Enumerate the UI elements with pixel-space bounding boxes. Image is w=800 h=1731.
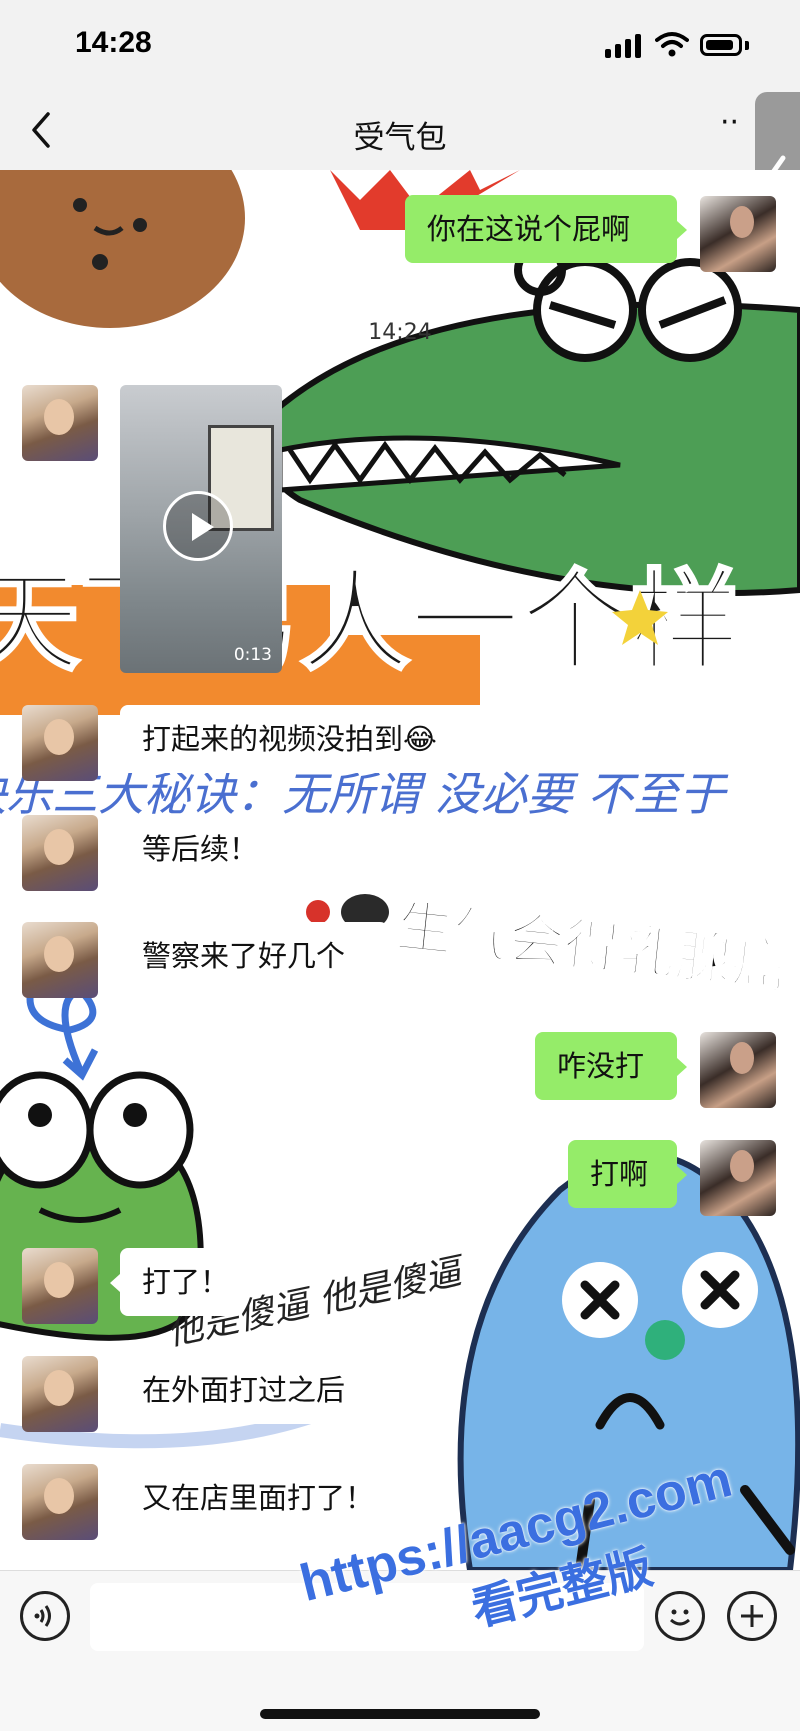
play-icon[interactable]: [163, 491, 233, 561]
battery-cap: [745, 41, 749, 50]
battery-icon: [700, 34, 742, 56]
sticker-text: 生气会得乳腺癌: [394, 894, 791, 1000]
clock: 14:28: [75, 26, 152, 59]
my-avatar[interactable]: [700, 1140, 776, 1216]
cellular-signal-icon: [605, 32, 643, 58]
message-timestamp: 14:24: [368, 320, 432, 345]
video-message[interactable]: 0:13: [120, 385, 282, 673]
friend-avatar[interactable]: [22, 1248, 98, 1324]
message-bubble[interactable]: 咋没打: [535, 1032, 687, 1100]
wifi-icon: [655, 32, 689, 57]
friend-avatar[interactable]: [22, 922, 98, 998]
plus-icon[interactable]: [727, 1591, 777, 1641]
status-bar: 14:28: [0, 0, 800, 90]
friend-avatar[interactable]: [22, 1464, 98, 1540]
friend-avatar[interactable]: [22, 705, 98, 781]
friend-avatar[interactable]: [22, 385, 98, 461]
message-bubble[interactable]: 你在这说个屁啊: [405, 195, 687, 263]
chat-title: 受气包: [353, 120, 447, 156]
script-text: 快乐三大秘诀：无所谓 没必要 不至于: [0, 767, 729, 821]
message-bubble[interactable]: 在外面打过之后: [110, 1356, 385, 1424]
video-duration: 0:13: [233, 645, 272, 665]
my-avatar[interactable]: [700, 1032, 776, 1108]
message-bubble[interactable]: 打起来的视频没拍到😂: [110, 705, 495, 773]
more-icon[interactable]: ··: [720, 108, 760, 148]
home-indicator: [260, 1709, 540, 1719]
voice-icon[interactable]: [20, 1591, 70, 1641]
my-avatar[interactable]: [700, 196, 776, 272]
friend-avatar[interactable]: [22, 1356, 98, 1432]
chat-header: 受气包 ··: [0, 90, 800, 170]
message-bubble[interactable]: 打了！: [110, 1248, 240, 1316]
message-bubble[interactable]: 打啊: [568, 1140, 687, 1208]
chat-area[interactable]: 天下男人一个样 快乐三大秘诀：无所谓 没必要 不至于 生气会得乳腺癌 他是傻逼 …: [0, 170, 800, 1570]
friend-avatar[interactable]: [22, 815, 98, 891]
message-bubble[interactable]: 等后续！: [110, 815, 270, 883]
message-bubble[interactable]: 警察来了好几个: [110, 922, 388, 990]
